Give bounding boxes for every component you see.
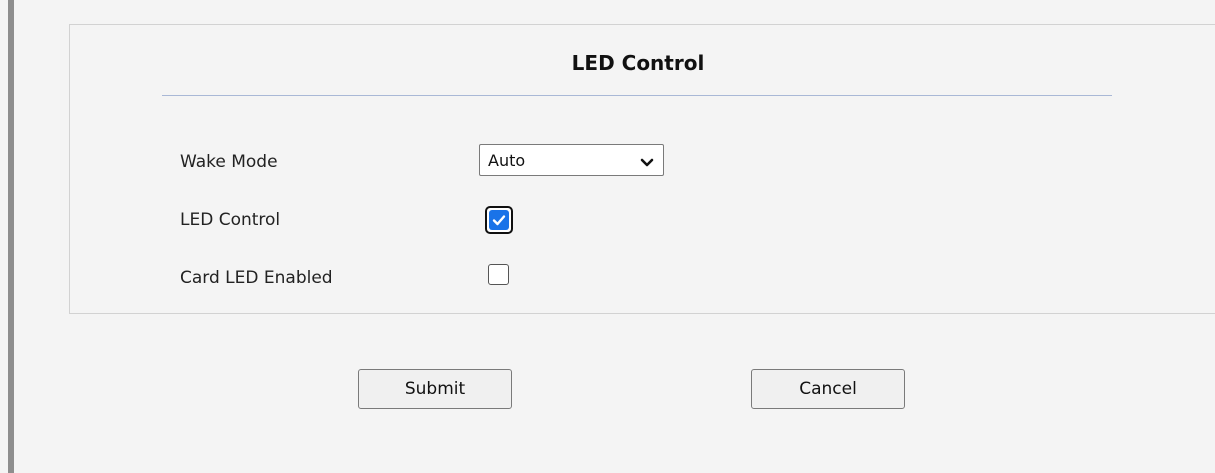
card-led-enabled-checkbox[interactable] (488, 264, 509, 285)
led-control-checkbox[interactable] (485, 206, 513, 234)
card-led-enabled-label: Card LED Enabled (180, 268, 333, 288)
settings-page: LED Control Wake Mode Auto LED Control C… (0, 0, 1215, 473)
section-title: LED Control (571, 51, 705, 75)
led-control-label: LED Control (180, 210, 281, 230)
checkbox-fill (489, 210, 509, 230)
chevron-down-icon (640, 154, 654, 167)
submit-button[interactable]: Submit (358, 369, 512, 409)
title-divider (162, 95, 1112, 96)
wake-mode-select[interactable]: Auto (479, 144, 664, 176)
wake-mode-label: Wake Mode (180, 152, 278, 172)
cancel-button[interactable]: Cancel (751, 369, 905, 409)
wake-mode-value: Auto (488, 151, 526, 170)
checkmark-icon (492, 215, 506, 226)
